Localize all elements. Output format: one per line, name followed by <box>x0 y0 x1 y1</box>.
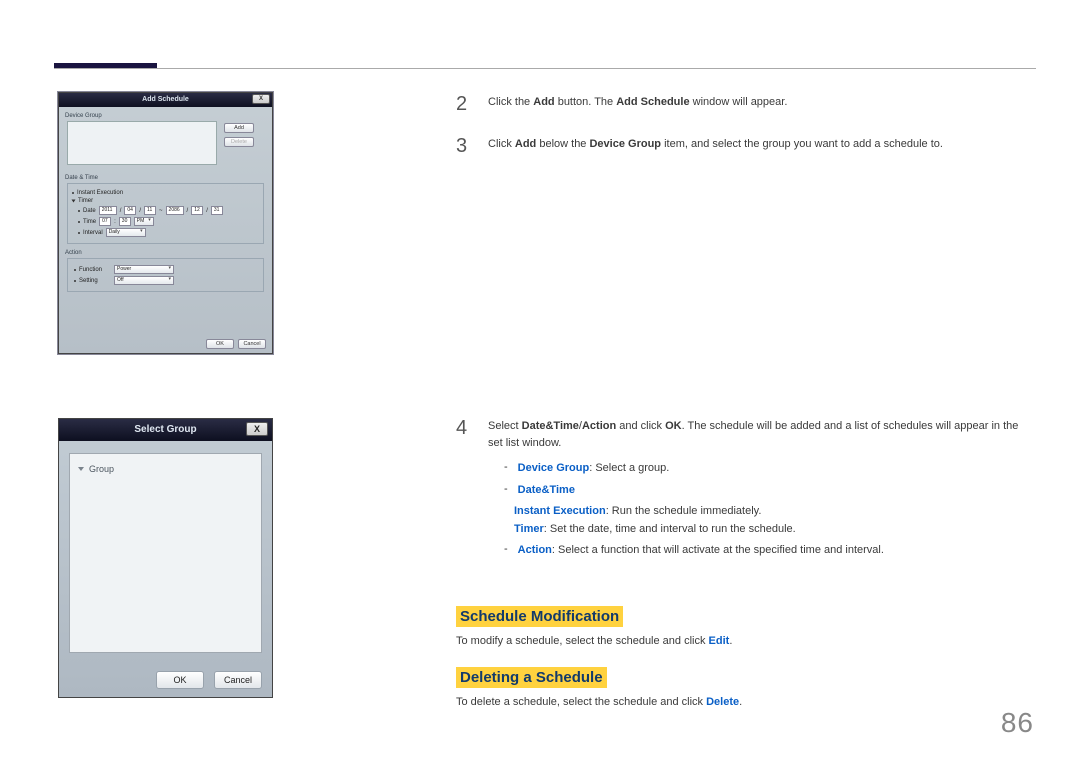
ok-button[interactable]: OK <box>156 671 204 689</box>
step-body: Click the Add button. The Add Schedule w… <box>488 94 787 114</box>
bullet-icon <box>78 221 80 223</box>
dash-icon: - <box>504 460 508 478</box>
expand-icon[interactable] <box>72 200 76 203</box>
time-min[interactable]: 30 <box>119 217 131 226</box>
radio-icon[interactable] <box>72 192 74 194</box>
select-group-dialog: Select Group X Group OK Cancel <box>58 418 273 698</box>
interval-label: Interval <box>83 230 103 236</box>
date-from-year[interactable]: 2011 <box>99 206 117 215</box>
deleting-schedule-text: To delete a schedule, select the schedul… <box>456 696 1036 708</box>
setting-label: Setting <box>79 278 111 284</box>
bullet-icon <box>74 269 76 271</box>
dash-icon: - <box>504 542 508 560</box>
step-4: 4 Select Date&Time/Action and click OK. … <box>456 418 1036 564</box>
bullet-icon <box>78 232 80 234</box>
device-group-delete-button[interactable]: Delete <box>224 137 254 147</box>
step-number: 2 <box>456 94 474 114</box>
deleting-schedule-heading: Deleting a Schedule <box>456 667 607 688</box>
close-button[interactable]: X <box>246 422 268 436</box>
tree-root-item[interactable]: Group <box>78 464 253 474</box>
ok-button[interactable]: OK <box>206 339 234 349</box>
date-from-day[interactable]: 11 <box>144 206 156 215</box>
cancel-button[interactable]: Cancel <box>238 339 266 349</box>
list-item: - Date&Time <box>504 482 1036 500</box>
tree-root-label: Group <box>89 464 114 474</box>
collapse-icon[interactable] <box>78 467 84 471</box>
instruction-steps-bottom: 4 Select Date&Time/Action and click OK. … <box>456 418 1036 708</box>
action-label: Action <box>65 250 272 256</box>
schedule-modification-heading: Schedule Modification <box>456 606 623 627</box>
list-item: - Action: Select a function that will ac… <box>504 542 1036 560</box>
add-schedule-titlebar: Add Schedule X <box>59 93 272 107</box>
time-label: Time <box>83 219 96 225</box>
instruction-steps-top: 2 Click the Add button. The Add Schedule… <box>456 94 1036 178</box>
date-to-day[interactable]: 31 <box>211 206 223 215</box>
step-body: Click Add below the Device Group item, a… <box>488 136 943 156</box>
date-time-panel: Instant Execution Timer Date 2011 / 04 /… <box>67 183 264 244</box>
bullet-list: - Device Group: Select a group. - Date&T… <box>488 460 1036 560</box>
device-group-add-button[interactable]: Add <box>224 123 254 133</box>
bullet-icon <box>78 210 80 212</box>
date-label: Date <box>83 208 96 214</box>
time-ampm-select[interactable]: PM <box>134 217 154 226</box>
select-group-title: Select Group <box>134 424 196 435</box>
timer-label: Timer <box>78 198 93 204</box>
step-body: Select Date&Time/Action and click OK. Th… <box>488 418 1036 564</box>
select-group-titlebar: Select Group X <box>59 419 272 441</box>
instant-execution-label: Instant Execution <box>77 190 123 196</box>
step-number: 3 <box>456 136 474 156</box>
close-button[interactable]: X <box>252 94 270 104</box>
schedule-modification-text: To modify a schedule, select the schedul… <box>456 635 1036 647</box>
sub-item: Timer: Set the date, time and interval t… <box>514 521 1036 539</box>
date-time-label: Date & Time <box>65 175 272 181</box>
device-group-label: Device Group <box>65 113 272 119</box>
dash-icon: - <box>504 482 508 500</box>
header-rule <box>54 68 1036 69</box>
bullet-icon <box>74 280 76 282</box>
step-2: 2 Click the Add button. The Add Schedule… <box>456 94 1036 114</box>
date-from-month[interactable]: 04 <box>124 206 136 215</box>
step-3: 3 Click Add below the Device Group item,… <box>456 136 1036 156</box>
group-tree[interactable]: Group <box>69 453 262 653</box>
date-to-year[interactable]: 2086 <box>166 206 184 215</box>
function-select[interactable]: Power <box>114 265 174 274</box>
action-panel: Function Power Setting Off <box>67 258 264 292</box>
time-hour[interactable]: 07 <box>99 217 111 226</box>
device-group-listbox[interactable] <box>67 121 217 165</box>
date-to-month[interactable]: 12 <box>191 206 203 215</box>
add-schedule-title: Add Schedule <box>142 96 189 103</box>
setting-select[interactable]: Off <box>114 276 174 285</box>
list-item: - Device Group: Select a group. <box>504 460 1036 478</box>
function-label: Function <box>79 267 111 273</box>
step-number: 4 <box>456 418 474 564</box>
add-schedule-dialog: Add Schedule X Device Group Add Delete D… <box>58 92 273 354</box>
cancel-button[interactable]: Cancel <box>214 671 262 689</box>
sub-item: Instant Execution: Run the schedule imme… <box>514 503 1036 521</box>
page-number: 86 <box>1001 707 1034 739</box>
interval-select[interactable]: Daily <box>106 228 146 237</box>
